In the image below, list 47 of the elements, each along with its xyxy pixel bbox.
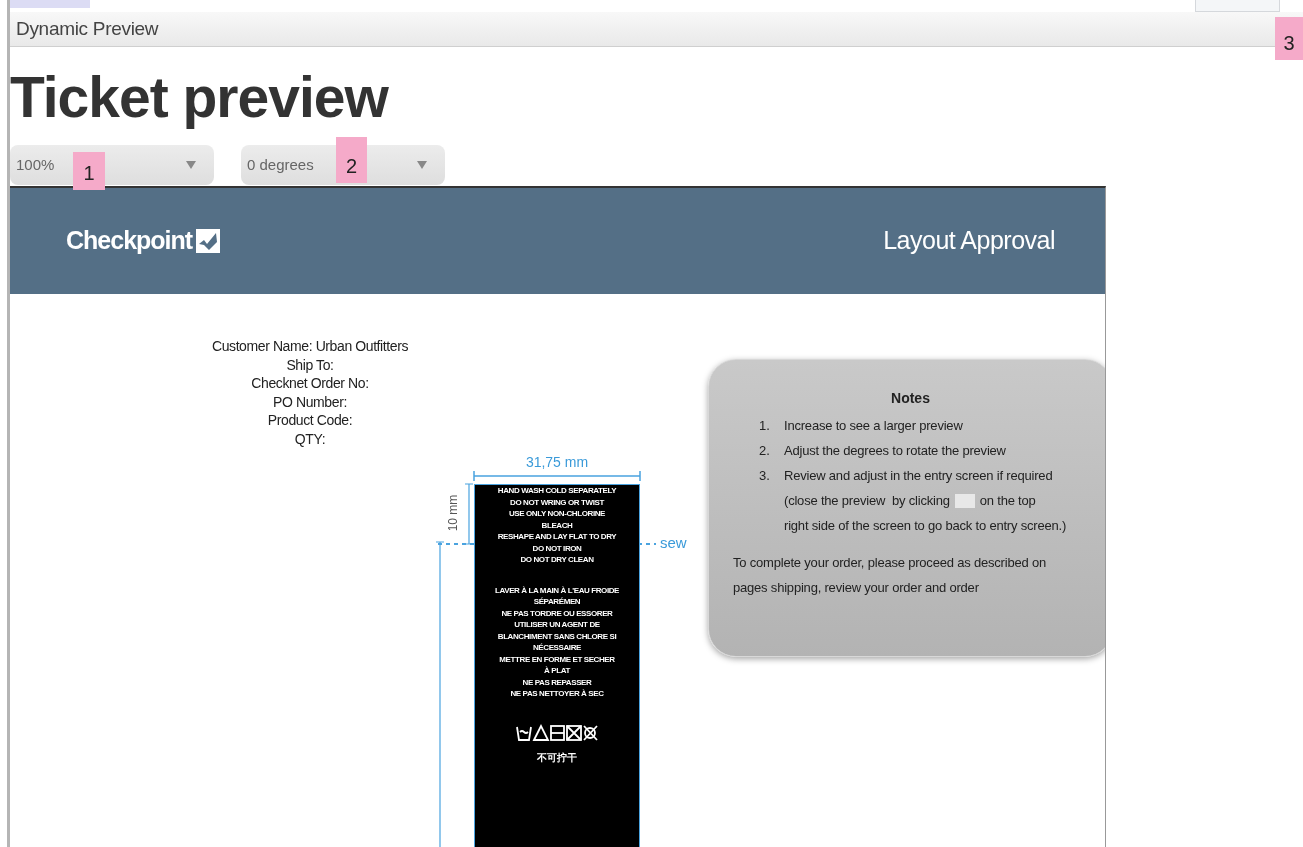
care-instruction: HAND WASH COLD SEPARATELY <box>497 485 617 497</box>
customer-info-line: Product Code: <box>267 411 353 430</box>
care-instruction: RESHAPE AND LAY FLAT TO DRY <box>497 531 617 543</box>
note-text: (close the preview by clicking <box>784 492 950 510</box>
care-instruction: À PLAT <box>544 665 570 677</box>
care-instruction: USE ONLY NON-CHLORINE <box>508 508 606 520</box>
brand-name: Checkpoint <box>66 225 193 257</box>
window-title: Dynamic Preview <box>16 16 159 41</box>
customer-info-line: Customer Name: Urban Outfitters <box>211 337 409 356</box>
care-instruction: NE PAS NETTOYER À SEC <box>510 688 604 700</box>
care-instruction: LAVER À LA MAIN À L'EAU FROIDE <box>494 584 620 596</box>
care-instruction: BLEACH <box>541 519 573 531</box>
care-instruction: NÉCESSAIRE <box>533 642 581 654</box>
care-instruction: SÉPARÉMEN <box>533 596 581 608</box>
page-heading: Ticket preview <box>10 64 388 131</box>
care-instruction: 不可拧干 <box>537 751 577 764</box>
care-instruction: NE PAS TORDRE OU ESSORER <box>501 607 613 619</box>
checkmark-logo-icon <box>196 229 221 253</box>
customer-info-line: Ship To: <box>286 355 334 374</box>
number-callout-tooltip: 1 <box>73 152 105 190</box>
care-instruction: METTRE EN FORME ET SECHER <box>499 653 615 665</box>
list-number: 1. <box>759 417 771 435</box>
number-callout-tooltip: 3 <box>1275 17 1303 60</box>
customer-info-line: Checknet Order No: <box>251 374 369 393</box>
note-text: Review and adjust in the entry screen if required <box>784 467 1053 485</box>
note-text: right side of the screen to go back to entry screen.) <box>784 517 1068 535</box>
customer-info-line: PO Number: <box>273 392 347 411</box>
caret-icon <box>186 161 196 169</box>
care-instruction: NE PAS REPASSER <box>522 676 592 688</box>
note-text: on the top <box>979 492 1036 510</box>
width-dimension: 31,75 mm <box>524 454 590 470</box>
list-number: 3. <box>759 467 771 485</box>
header-title: Layout Approval <box>883 225 1055 257</box>
care-instruction: DO NOT DRY CLEAN <box>520 554 594 566</box>
note-text: Adjust the degrees to rotate the preview <box>784 442 1006 460</box>
care-instruction: BLANCHIMENT SANS CHLORE SI <box>497 630 617 642</box>
care-instruction: UTILISER UN AGENT DE <box>514 619 600 631</box>
height-dimension: 10 mm <box>446 493 460 534</box>
number-callout-tooltip: 2 <box>336 137 367 183</box>
care-instruction: DO NOT WRING OR TWIST <box>510 496 604 508</box>
sew-mark: sew <box>660 535 687 551</box>
notes-footer: To complete your order, please proceed as described on pages shipping, review your order and order <box>733 550 1078 600</box>
notes-title: Notes <box>891 389 930 408</box>
note-text: Increase to see a larger preview <box>784 417 963 435</box>
list-number: 2. <box>759 442 771 460</box>
care-instruction: DO NOT IRON <box>532 542 582 554</box>
customer-info-line: QTY: <box>294 429 326 448</box>
